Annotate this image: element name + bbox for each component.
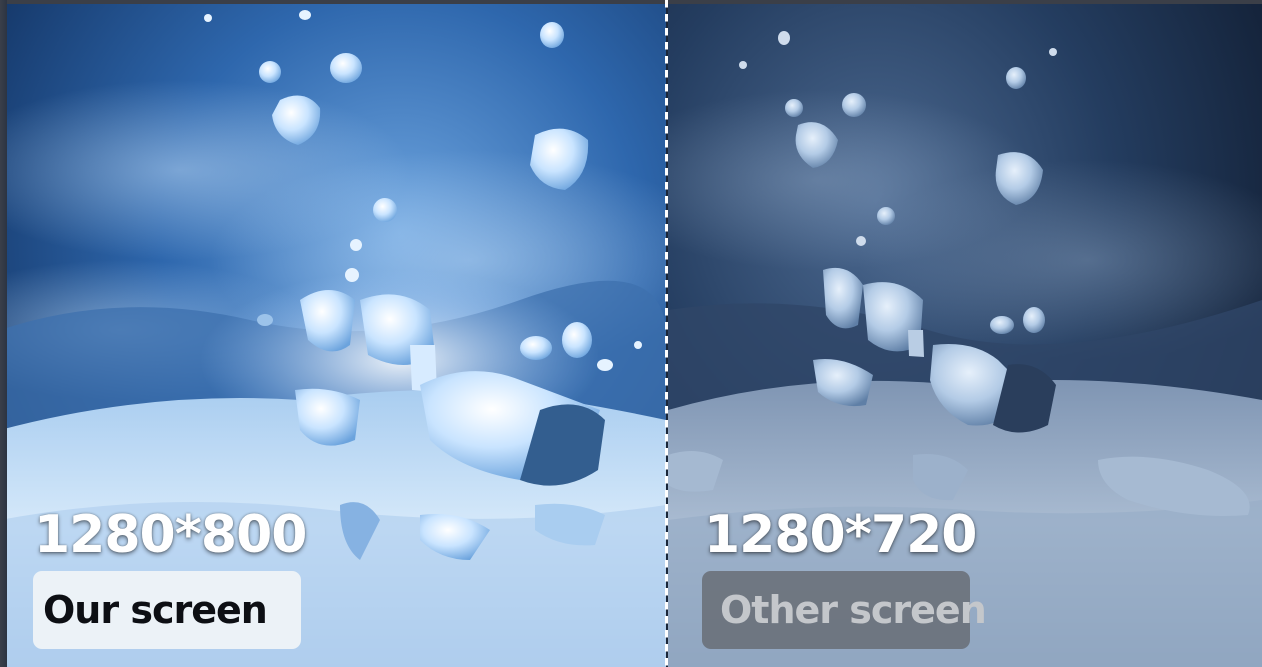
- snow-ice-scene-vivid: [0, 0, 666, 667]
- top-border: [0, 0, 1262, 4]
- left-border: [0, 0, 7, 667]
- other-screen-panel: [668, 0, 1262, 667]
- dashed-divider: [665, 0, 668, 667]
- our-screen-label: Our screen: [33, 571, 301, 649]
- other-screen-label: Other screen: [702, 571, 987, 649]
- comparison-image: 1280*800 Our screen 1280*720 Other scree…: [0, 0, 1262, 667]
- our-screen-panel: [0, 0, 666, 667]
- our-screen-resolution: 1280*800: [34, 505, 307, 565]
- other-screen-resolution: 1280*720: [704, 505, 977, 565]
- snow-ice-scene-dull: [668, 0, 1262, 667]
